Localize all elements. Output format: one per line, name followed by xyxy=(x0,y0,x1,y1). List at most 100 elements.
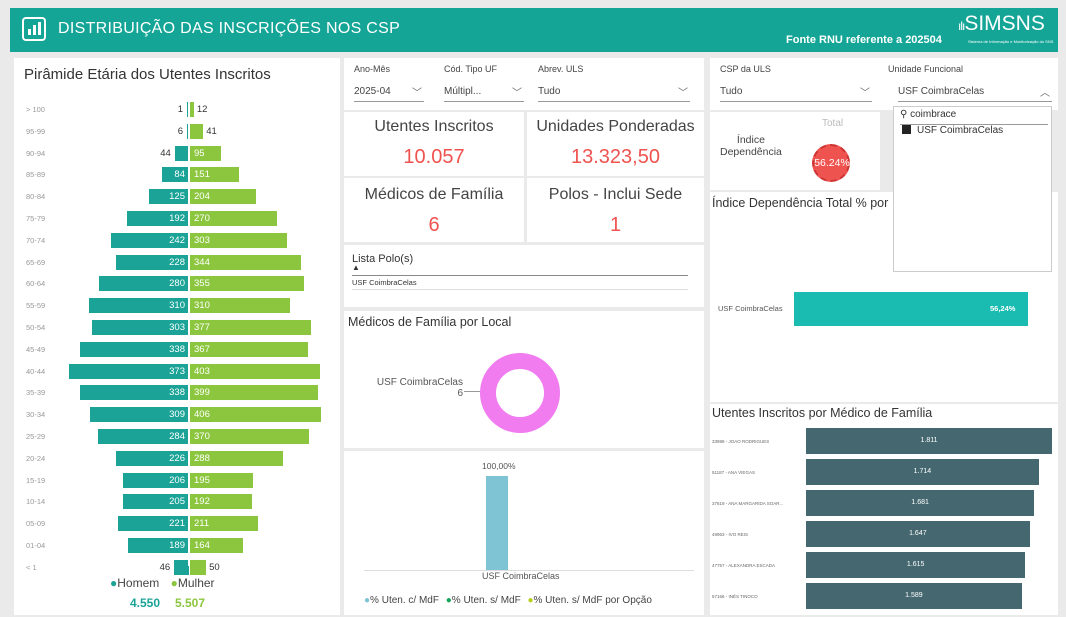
bar-male[interactable]: 221 xyxy=(117,516,189,532)
mdf-bar[interactable]: 1.615 xyxy=(806,552,1026,578)
donut-chart xyxy=(480,353,560,433)
bar-male[interactable]: 228 xyxy=(115,254,189,270)
bar-female[interactable]: 403 xyxy=(190,363,320,379)
filter-csp-label: CSP da ULS xyxy=(720,64,771,74)
bar-female[interactable] xyxy=(190,102,194,117)
bar-female[interactable]: 303 xyxy=(190,232,288,248)
polo-list-header[interactable]: Lista Polo(s) ▲ xyxy=(352,253,413,272)
indice-label: Índice Dependência xyxy=(720,134,782,158)
bar-female[interactable]: 406 xyxy=(190,407,321,423)
bar-male-label: 6 xyxy=(177,125,183,137)
bar-female[interactable]: 195 xyxy=(190,472,253,488)
kpi-medicos-value: 6 xyxy=(428,214,440,236)
indice-chart-value: 56,24% xyxy=(990,304,1016,313)
age-label: 60-64 xyxy=(26,279,46,289)
pct-category-label: USF CoimbraCelas xyxy=(482,571,560,581)
bar-male[interactable]: 280 xyxy=(98,276,189,292)
mdf-name: 49963 - IVO REIS xyxy=(712,532,749,537)
uf-search-box[interactable]: ⚲ coimbrace xyxy=(900,109,1048,125)
bar-male[interactable]: 303 xyxy=(91,320,189,335)
bar-female[interactable]: 377 xyxy=(190,320,312,335)
bar-male[interactable] xyxy=(174,145,189,161)
pyramid-axis-line xyxy=(188,98,190,566)
bar-male-label: 1 xyxy=(177,104,183,115)
mdf-name: 51187 - ANA VIEGAS xyxy=(712,470,755,475)
polo-list-panel: Lista Polo(s) ▲ USF CoimbraCelas xyxy=(344,245,704,307)
mdf-bar[interactable]: 1.714 xyxy=(806,459,1039,485)
bar-female[interactable]: 164 xyxy=(190,538,243,553)
bar-male-label: 44 xyxy=(160,147,171,159)
bar-male[interactable]: 242 xyxy=(111,232,189,248)
bar-female[interactable]: 355 xyxy=(190,276,305,292)
mdf-bar[interactable]: 1.647 xyxy=(806,521,1030,547)
bar-male[interactable]: 125 xyxy=(148,189,189,205)
filter-uls[interactable]: Tudo ﹀ xyxy=(538,82,690,102)
bar-female[interactable] xyxy=(190,559,207,575)
uf-option[interactable]: USF CoimbraCelas xyxy=(902,125,1003,136)
simsns-logo: ılıSIMSNS Sistema de Informação e Monito… xyxy=(958,12,1054,44)
bar-male[interactable]: 373 xyxy=(69,363,189,379)
bar-female[interactable]: 211 xyxy=(190,516,258,532)
bar-female[interactable]: 288 xyxy=(190,450,283,466)
bar-male[interactable]: 338 xyxy=(80,341,189,357)
bar-male[interactable]: 310 xyxy=(89,298,189,314)
age-label: > 100 xyxy=(26,105,45,114)
bar-male[interactable]: 189 xyxy=(128,538,189,553)
indice-chart-category: USF CoimbraCelas xyxy=(718,304,783,313)
kpi-ponderadas: Unidades Ponderadas 13.323,50 xyxy=(527,112,704,176)
chevron-down-icon: ﹀ xyxy=(512,88,522,99)
bar-male[interactable]: 84 xyxy=(161,167,189,183)
indice-chart-title: Índice Dependência Total % por xyxy=(712,196,889,210)
mdf-name: 33998 - JOAO RODRIGUES xyxy=(712,439,770,444)
bar-female[interactable]: 344 xyxy=(190,254,301,270)
donut-leader-line xyxy=(464,391,480,392)
age-label: 10-14 xyxy=(26,497,46,507)
kpi-utentes-value: 10.057 xyxy=(403,146,465,168)
bar-female[interactable]: 370 xyxy=(190,429,310,444)
mdf-chart-title: Utentes Inscritos por Médico de Família xyxy=(712,406,933,420)
filter-ano-mes-label: Ano-Mês xyxy=(354,64,391,74)
bar-male[interactable]: 206 xyxy=(122,472,189,488)
mdf-bar[interactable]: 1.811 xyxy=(806,428,1052,454)
bar-female[interactable]: 399 xyxy=(190,385,319,401)
bar-female[interactable]: 204 xyxy=(190,189,256,205)
age-label: 80-84 xyxy=(26,192,46,202)
age-label: 95-99 xyxy=(26,126,46,136)
pyramid-legend: ●Homem ●Mulher xyxy=(110,576,215,590)
bar-male[interactable]: 338 xyxy=(80,385,189,401)
age-label: 45-49 xyxy=(26,344,46,354)
kpi-polos-title: Polos - Inclui Sede xyxy=(548,186,683,203)
pct-bar[interactable] xyxy=(486,476,508,570)
bar-female[interactable]: 270 xyxy=(190,211,277,226)
bar-female[interactable]: 151 xyxy=(190,167,239,183)
mdf-bar[interactable]: 1.589 xyxy=(806,583,1022,609)
age-label: 90-94 xyxy=(26,148,46,158)
filter-tipo-uf[interactable]: Múltipl... ﹀ xyxy=(444,82,524,102)
bar-female[interactable]: 192 xyxy=(190,494,252,510)
polo-list-item[interactable]: USF CoimbraCelas xyxy=(352,278,688,290)
filter-csp[interactable]: Tudo ﹀ xyxy=(720,82,872,102)
kpi-ponderadas-title: Unidades Ponderadas xyxy=(536,118,695,135)
bar-male[interactable] xyxy=(174,559,189,575)
bar-male[interactable]: 192 xyxy=(127,211,189,226)
total-male: 4.550 xyxy=(130,596,161,610)
age-label: 40-44 xyxy=(26,366,46,376)
filter-ano-mes[interactable]: 2025-04 ﹀ xyxy=(354,82,424,102)
bar-male[interactable]: 284 xyxy=(97,429,189,444)
bar-male[interactable]: 309 xyxy=(89,407,189,423)
mdf-bar[interactable]: 1.681 xyxy=(806,490,1035,516)
filter-uf[interactable]: USF CoimbraCelas ︿ xyxy=(898,82,1052,102)
bar-female[interactable] xyxy=(190,123,204,139)
bar-female-label: 50 xyxy=(209,561,220,573)
filters-bar: Ano-Mês 2025-04 ﹀ Cód. Tipo UF Múltipl...… xyxy=(344,58,704,110)
filters-bar-right: CSP da ULS Tudo ﹀ Unidade Funcional USF C… xyxy=(710,58,1058,110)
chevron-down-icon: ﹀ xyxy=(860,88,870,99)
bar-female[interactable]: 310 xyxy=(190,298,290,314)
bar-female[interactable]: 367 xyxy=(190,341,309,357)
bar-female[interactable]: 95 xyxy=(190,145,221,161)
bar-male[interactable]: 226 xyxy=(116,450,189,466)
kpi-polos-value: 1 xyxy=(609,214,622,236)
donut-callout: USF CoimbraCelas 6 xyxy=(376,377,463,399)
age-label: 55-59 xyxy=(26,301,46,311)
bar-male[interactable]: 205 xyxy=(123,494,189,510)
